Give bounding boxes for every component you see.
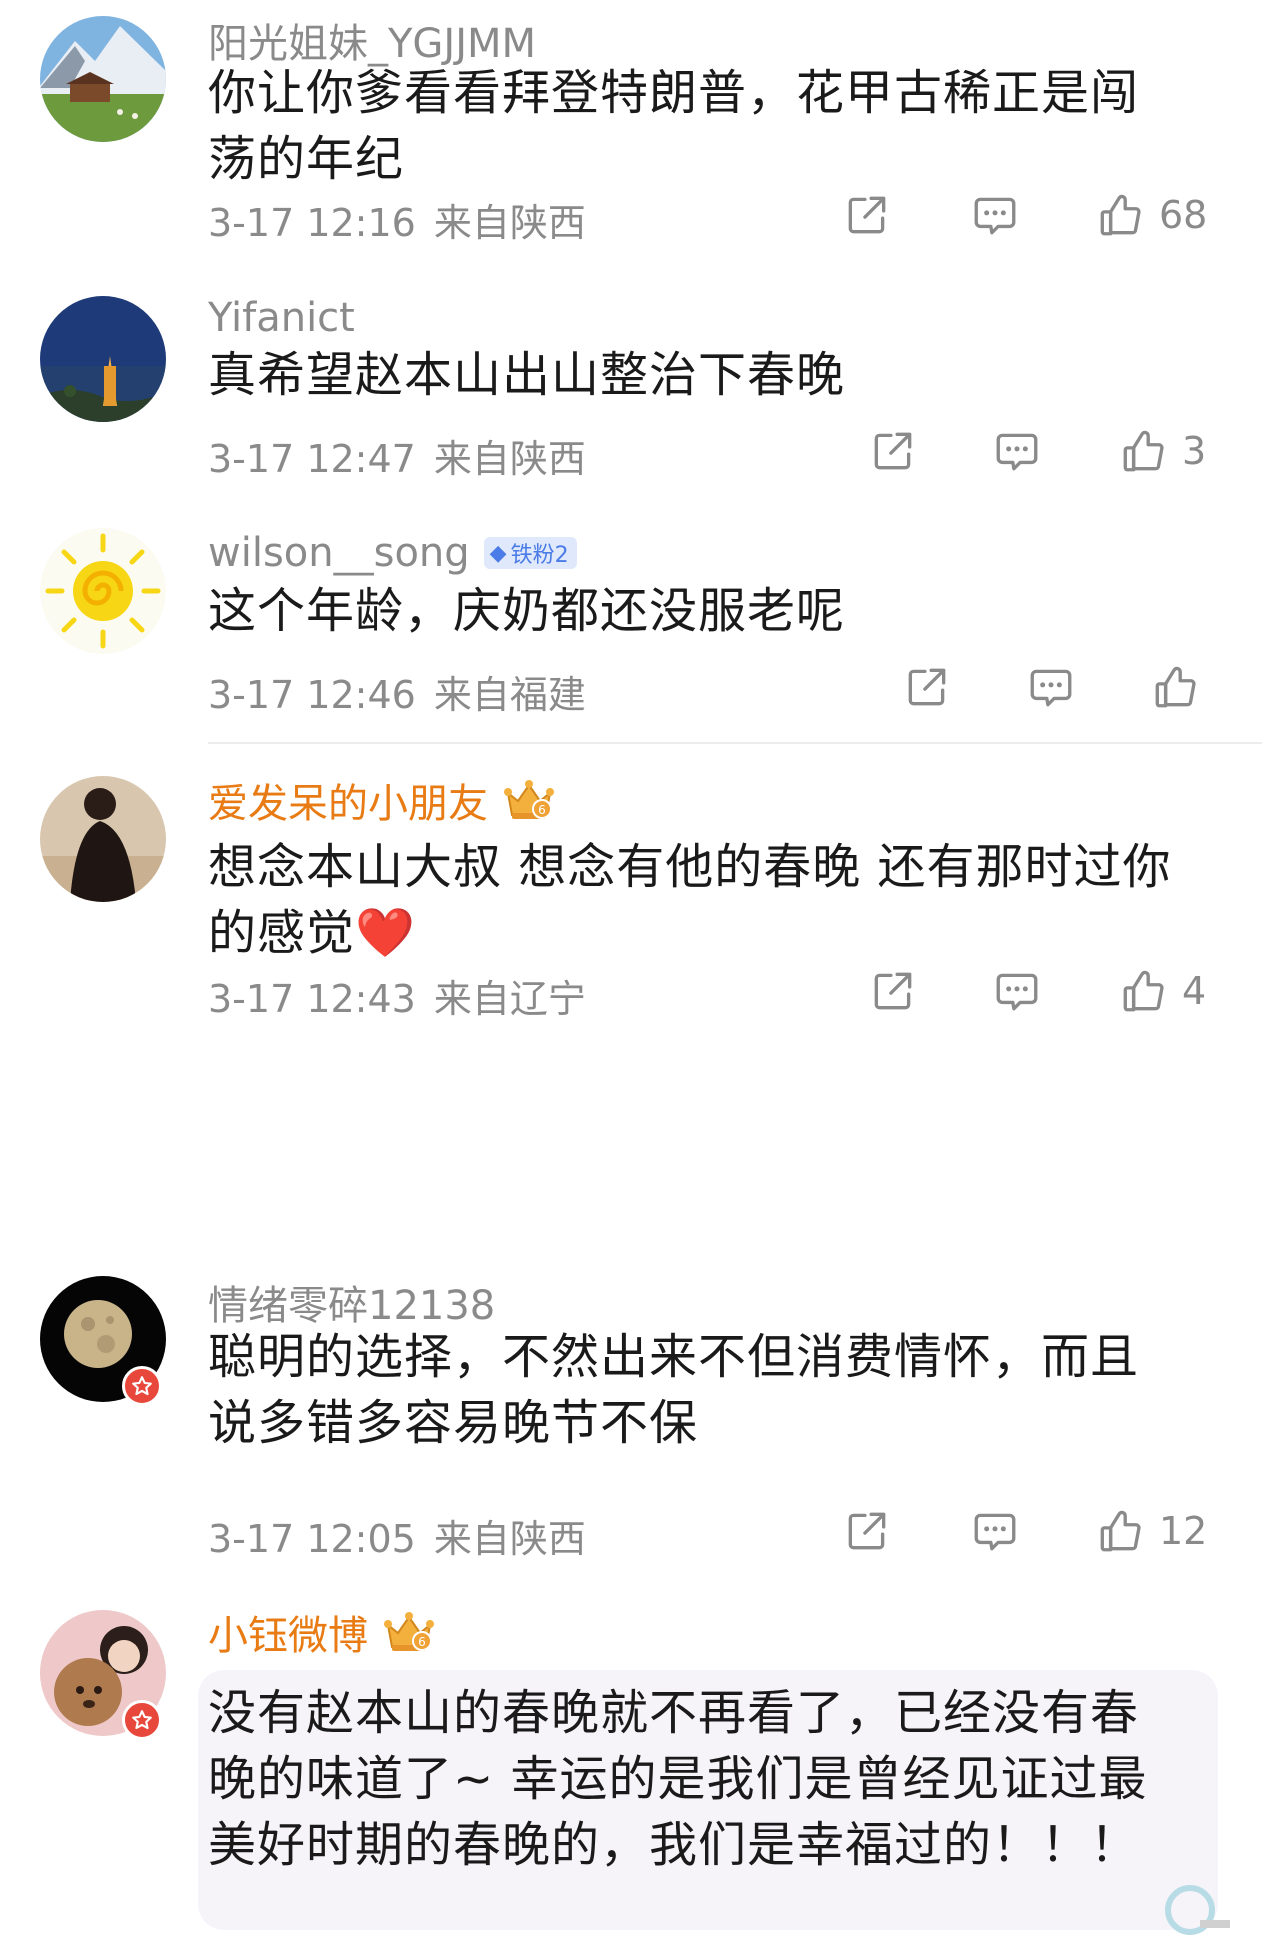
location: 来自福建	[433, 673, 586, 717]
like-button[interactable]: 3	[1118, 426, 1206, 476]
comment-icon	[970, 1506, 1020, 1556]
timestamp: 3-17 12:47	[208, 437, 416, 481]
comment-meta: 3-17 12:05 来自陕西	[208, 1508, 586, 1563]
comment-text: 你让你爹看看拜登特朗普，花甲古稀正是闯 荡的年纪	[208, 65, 1140, 187]
avatar[interactable]	[40, 528, 166, 654]
username-row: wilson__song ◆ 铁粉2	[208, 528, 577, 578]
reply-button[interactable]	[970, 1506, 1020, 1556]
like-icon	[1118, 966, 1168, 1016]
comment-text: 想念本山大叔 想念有他的春晚 还有那时过你 的感觉❤️	[208, 839, 1172, 961]
comment-icon	[970, 190, 1020, 240]
reply-button[interactable]	[992, 426, 1042, 476]
like-icon	[1150, 662, 1200, 712]
share-button[interactable]	[868, 966, 918, 1016]
share-icon	[868, 966, 918, 1016]
avatar[interactable]	[40, 16, 166, 142]
share-button[interactable]	[868, 426, 918, 476]
comment-icon	[992, 426, 1042, 476]
comment-meta: 3-17 12:47 来自陕西	[208, 428, 586, 483]
fan-badge: ◆ 铁粉2	[483, 537, 577, 569]
location: 来自辽宁	[433, 977, 586, 1021]
comment-meta: 3-17 12:43 来自辽宁	[208, 968, 586, 1023]
comment-text: 这个年龄，庆奶都还没服老呢	[208, 583, 846, 639]
comment-text: 真希望赵本山出山整治下春晚	[208, 347, 846, 403]
share-button[interactable]	[842, 1506, 892, 1556]
crown-icon	[382, 1609, 436, 1655]
reply-button[interactable]	[1026, 662, 1076, 712]
timestamp: 3-17 12:16	[208, 201, 416, 245]
location: 来自陕西	[433, 201, 586, 245]
username[interactable]: 情绪零碎12138	[208, 1278, 495, 1329]
share-icon	[902, 662, 952, 712]
username[interactable]: 爱发呆的小朋友	[208, 771, 488, 829]
like-icon	[1095, 1506, 1145, 1556]
like-button[interactable]	[1150, 662, 1200, 712]
username[interactable]: 小钰微博	[208, 1603, 368, 1661]
location: 来自陕西	[433, 1517, 586, 1561]
avatar[interactable]	[40, 296, 166, 422]
timestamp: 3-17 12:46	[208, 673, 416, 717]
like-icon	[1095, 190, 1145, 240]
comment-text: 聪明的选择，不然出来不但消费情怀，而且 说多错多容易晚节不保	[208, 1329, 1140, 1451]
like-count: 3	[1182, 429, 1207, 473]
comment-text: 没有赵本山的春晚就不再看了，已经没有春 晚的味道了~ 幸运的是我们是曾经见证过最…	[208, 1685, 1148, 1873]
like-button[interactable]: 68	[1095, 190, 1207, 240]
username[interactable]: wilson__song	[208, 530, 470, 576]
comment-icon	[992, 966, 1042, 1016]
share-icon	[842, 190, 892, 240]
like-count: 12	[1159, 1509, 1208, 1553]
comment-meta: 3-17 12:16 来自陕西	[208, 192, 586, 247]
like-count: 68	[1159, 193, 1208, 237]
username[interactable]: 阳光姐妹_YGJJMM	[208, 16, 536, 67]
scroll-indicator-icon	[1165, 1885, 1230, 1935]
diamond-icon: ◆	[489, 540, 507, 566]
timestamp: 3-17 12:05	[208, 1517, 416, 1561]
verified-badge	[122, 1700, 162, 1740]
comment-meta: 3-17 12:46 来自福建	[208, 664, 586, 719]
share-icon	[842, 1506, 892, 1556]
divider	[208, 742, 1262, 744]
share-button[interactable]	[842, 190, 892, 240]
like-button[interactable]: 12	[1095, 1506, 1207, 1556]
crown-icon	[502, 777, 556, 823]
like-count: 4	[1182, 969, 1207, 1013]
username[interactable]: Yifanict	[208, 294, 355, 342]
like-icon	[1118, 426, 1168, 476]
avatar[interactable]	[40, 776, 166, 902]
verified-icon	[127, 1705, 157, 1735]
verified-icon	[127, 1371, 157, 1401]
username-row: 小钰微博	[208, 1604, 436, 1660]
reply-button[interactable]	[970, 190, 1020, 240]
share-button[interactable]	[902, 662, 952, 712]
username-row: 爱发呆的小朋友	[208, 772, 556, 828]
comment-icon	[1026, 662, 1076, 712]
like-button[interactable]: 4	[1118, 966, 1206, 1016]
timestamp: 3-17 12:43	[208, 977, 416, 1021]
location: 来自陕西	[433, 437, 586, 481]
reply-button[interactable]	[992, 966, 1042, 1016]
share-icon	[868, 426, 918, 476]
verified-badge	[122, 1366, 162, 1406]
